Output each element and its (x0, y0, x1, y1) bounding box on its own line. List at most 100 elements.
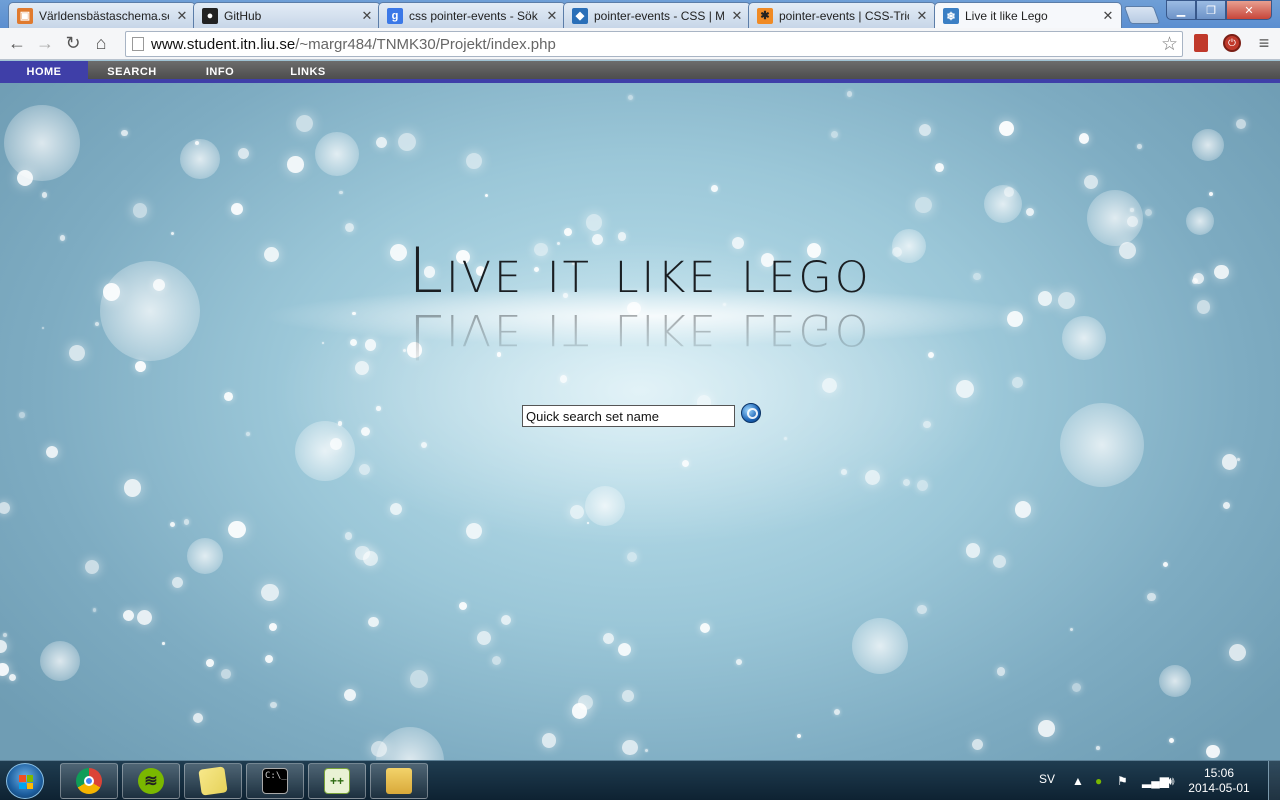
page-title-reflection: Live it like lego (408, 300, 872, 373)
bokeh-orb (1060, 403, 1144, 487)
command-prompt-icon: C:\_ (262, 768, 288, 794)
bokeh-dot (344, 222, 354, 232)
minimize-button[interactable]: ▁ (1166, 0, 1196, 20)
site-nav: HOME SEARCH INFO LINKS (0, 61, 1280, 83)
bokeh-dot (1208, 191, 1214, 197)
nav-links[interactable]: LINKS (264, 61, 352, 83)
restore-button[interactable]: ❐ (1196, 0, 1226, 20)
tab-google-search[interactable]: g css pointer-events - Sök p ✕ (378, 2, 566, 28)
action-center-icon[interactable]: ⚑ (1117, 774, 1128, 788)
bokeh-dot (1096, 746, 1100, 750)
bokeh-dot (389, 503, 402, 516)
bokeh-dot (485, 194, 489, 198)
bokeh-dot (935, 162, 945, 172)
bokeh-dot (8, 674, 16, 682)
close-icon[interactable]: ✕ (360, 8, 374, 24)
bokeh-dot (0, 639, 8, 653)
clock-date: 2014-05-01 (1188, 781, 1250, 795)
browser-toolbar: ← → ↻ ⌂ www.student.itn.liu.se /~margr48… (0, 28, 1280, 60)
bokeh-dot (1236, 458, 1240, 461)
nav-home[interactable]: HOME (0, 61, 88, 83)
bokeh-dot (831, 131, 839, 138)
tab-title: css pointer-events - Sök p (409, 8, 539, 23)
bokeh-dot (458, 602, 467, 611)
volume-icon[interactable]: 🔊︎ (1167, 774, 1175, 789)
bokeh-dot (622, 689, 635, 702)
bokeh-dot (206, 659, 214, 667)
bokeh-dot (1004, 187, 1015, 197)
new-tab-button[interactable] (1123, 6, 1161, 24)
bokeh-dot (626, 551, 638, 563)
bokeh-dot (265, 654, 274, 663)
spotify-tray-icon[interactable]: ● (1095, 774, 1102, 788)
bokeh-dot (466, 523, 482, 539)
bokeh-dot (1071, 682, 1081, 693)
bokeh-dot (172, 576, 184, 589)
close-icon[interactable]: ✕ (1101, 8, 1115, 24)
bokeh-dot (420, 442, 427, 449)
page-viewport: HOME SEARCH INFO LINKS Live it like lego… (0, 61, 1280, 760)
bokeh-dot (355, 546, 370, 561)
taskbar-file-explorer[interactable] (370, 763, 428, 799)
bokeh-dot (500, 614, 511, 625)
back-icon[interactable]: ← (3, 30, 31, 58)
home-icon[interactable]: ⌂ (87, 30, 115, 58)
bokeh-dot (122, 609, 134, 621)
clock-time: 15:06 (1203, 766, 1235, 780)
forward-icon[interactable]: → (31, 30, 59, 58)
bokeh-dot (1127, 216, 1139, 227)
close-icon[interactable]: ✕ (175, 8, 189, 24)
tab-mdn[interactable]: ◆ pointer-events - CSS | MD ✕ (563, 2, 751, 28)
bokeh-dot (841, 469, 847, 476)
bokeh-dot (192, 712, 203, 723)
show-hidden-icons[interactable]: ▲ (1072, 774, 1084, 788)
bokeh-dot (0, 501, 11, 514)
bokeh-dot (16, 169, 34, 187)
tab-css-tricks[interactable]: ✱ pointer-events | CSS-Tric ✕ (748, 2, 936, 28)
taskbar-notepad-plus[interactable]: ++ (308, 763, 366, 799)
search-button-icon[interactable] (741, 403, 761, 423)
menu-icon[interactable]: ≡ (1253, 32, 1275, 54)
bokeh-dot (268, 622, 278, 632)
taskbar-chrome[interactable] (60, 763, 118, 799)
tab-live-it-like-lego[interactable]: ❄ Live it like Lego ✕ (934, 2, 1122, 29)
reload-icon[interactable]: ↻ (59, 30, 87, 58)
close-icon[interactable]: ✕ (730, 8, 744, 24)
address-bar[interactable]: www.student.itn.liu.se /~margr484/TNMK30… (125, 31, 1183, 57)
taskbar-command-prompt[interactable]: C:\_ (246, 763, 304, 799)
bokeh-dot (918, 123, 932, 137)
clock[interactable]: 15:06 2014-05-01 (1184, 766, 1254, 796)
bokeh-dot (1069, 628, 1074, 632)
show-desktop-button[interactable] (1268, 761, 1280, 800)
css-tricks-icon: ✱ (757, 7, 773, 24)
tab-varldensbastaschema[interactable]: ▣ Världensbästaschema.se ✕ (8, 2, 196, 28)
quick-search-input[interactable] (522, 405, 735, 427)
taskbar-sticky-notes[interactable] (184, 763, 242, 799)
network-icon[interactable]: ▂▄▆ (1142, 774, 1169, 788)
sticky-notes-icon (198, 766, 228, 796)
start-button[interactable] (6, 763, 44, 799)
bokeh-dot (230, 203, 243, 215)
bookmark-star-icon[interactable]: ☆ (1161, 33, 1178, 56)
bokeh-orb (295, 421, 355, 481)
nav-search[interactable]: SEARCH (88, 61, 176, 83)
bokeh-dot (261, 583, 280, 602)
taskbar: ≋ C:\_ ++ SV ▲ ● ⚑ ▂▄▆ 🔊︎ 15:06 2014-05-… (0, 760, 1280, 800)
bokeh-dot (228, 520, 246, 539)
github-icon: ● (202, 7, 218, 24)
language-indicator[interactable]: SV (1039, 772, 1055, 786)
bookmark-extension-icon[interactable] (1190, 32, 1212, 54)
close-icon[interactable]: ✕ (545, 8, 559, 24)
taskbar-spotify[interactable]: ≋ (122, 763, 180, 799)
window-close-button[interactable]: ✕ (1226, 0, 1272, 20)
adblock-icon[interactable]: ⏻ (1221, 32, 1243, 54)
bokeh-dot (465, 153, 482, 170)
bokeh-orb (315, 132, 359, 176)
close-icon[interactable]: ✕ (915, 8, 929, 24)
bokeh-dot (917, 479, 929, 491)
tab-github[interactable]: ● GitHub ✕ (193, 2, 381, 28)
nav-info[interactable]: INFO (176, 61, 264, 83)
bokeh-dot (996, 667, 1006, 676)
bokeh-dot (137, 610, 153, 626)
bokeh-dot (1026, 207, 1035, 216)
